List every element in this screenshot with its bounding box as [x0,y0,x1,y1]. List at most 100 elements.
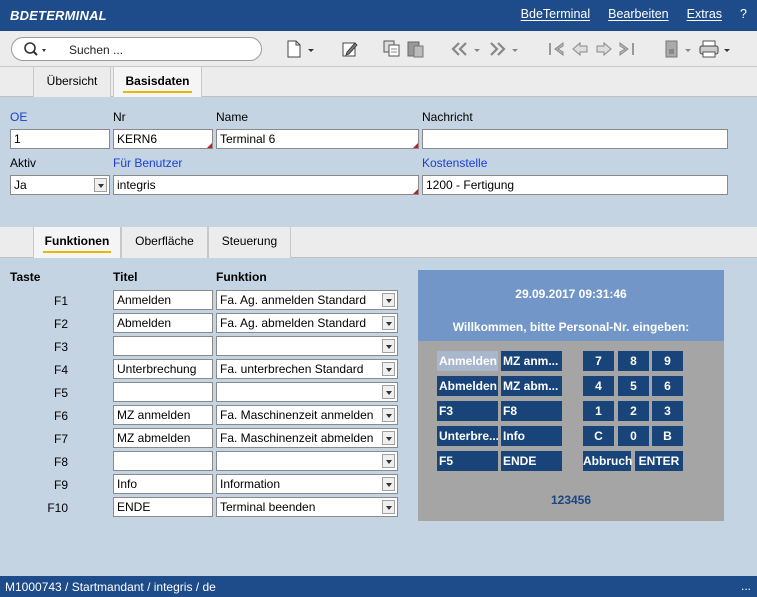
export-icon[interactable] [664,40,694,58]
first-icon[interactable] [547,40,565,58]
chevron-down-icon[interactable] [382,316,395,330]
keypad-key[interactable]: 3 [652,401,683,421]
benutzer-field[interactable]: integris [113,175,419,195]
kostenstelle-field[interactable]: 1200 - Fertigung [422,175,728,195]
tab-oberflaeche[interactable]: Oberfläche [121,227,208,258]
terminal-button-f10[interactable]: ENDE [501,451,562,471]
menu-bar: BdeTerminal Bearbeiten Extras ? [521,7,747,21]
previous-icon[interactable] [571,40,589,58]
header-titel: Titel [113,270,138,284]
terminal-button-f1[interactable]: Anmelden [437,351,498,371]
chevron-down-icon[interactable] [382,408,395,422]
keypad-key[interactable]: 5 [618,376,649,396]
nr-field[interactable]: KERN6 [113,129,213,149]
key-label: F2 [53,317,68,331]
chevron-down-icon[interactable] [382,500,395,514]
chevron-down-icon[interactable] [382,362,395,376]
terminal-button-f3[interactable]: F3 [437,401,498,421]
terminal-button-f8[interactable]: F8 [501,401,562,421]
title-field[interactable]: Info [113,474,213,494]
title-field[interactable]: Unterbrechung [113,359,213,379]
status-resize-dots[interactable]: ... [741,579,751,593]
menu-bearbeiten[interactable]: Bearbeiten [608,7,668,21]
title-value: Abmelden [117,316,172,330]
function-select[interactable]: Fa. unterbrechen Standard [216,359,398,379]
function-select[interactable] [216,451,398,471]
function-select[interactable]: Fa. Ag. abmelden Standard [216,313,398,333]
keypad-key[interactable]: 4 [583,376,614,396]
function-select[interactable]: Terminal beenden [216,497,398,517]
keypad-key[interactable]: C [583,426,614,446]
keypad-key[interactable]: 0 [618,426,649,446]
function-select[interactable] [216,336,398,356]
keypad-key[interactable]: 2 [618,401,649,421]
oe-field[interactable]: 1 [10,129,110,149]
name-field[interactable]: Terminal 6 [216,129,419,149]
terminal-button-f5[interactable]: F5 [437,451,498,471]
aktiv-select[interactable]: Ja [10,175,110,195]
menu-extras[interactable]: Extras [687,7,722,21]
title-bar: BDETERMINAL BdeTerminal Bearbeiten Extra… [0,0,757,31]
title-value: Unterbrechung [117,362,197,376]
title-field[interactable]: Abmelden [113,313,213,333]
menu-bdeterminal[interactable]: BdeTerminal [521,7,590,21]
search-icon[interactable] [22,40,48,58]
title-field[interactable] [113,451,213,471]
key-label: F4 [53,363,68,377]
function-select[interactable]: Fa. Maschinenzeit anmelden [216,405,398,425]
next-icon[interactable] [595,40,613,58]
chevron-down-icon[interactable] [382,454,395,468]
back-double-icon[interactable] [450,40,482,58]
function-select[interactable]: Information [216,474,398,494]
nachricht-field[interactable] [422,129,728,149]
tab-funktionen-label: Funktionen [42,231,112,253]
title-field[interactable]: ENDE [113,497,213,517]
title-field[interactable] [113,336,213,356]
terminal-button-f4[interactable]: Unterbre... [437,426,498,446]
function-value: Fa. Maschinenzeit anmelden [220,408,374,422]
terminal-button-f6[interactable]: MZ anm... [501,351,562,371]
chevron-down-icon[interactable] [94,178,107,192]
tab-basisdaten[interactable]: Basisdaten [113,67,202,97]
keypad-key[interactable]: 9 [652,351,683,371]
required-marker [413,189,418,194]
chevron-down-icon[interactable] [382,385,395,399]
chevron-down-icon[interactable] [382,293,395,307]
chevron-down-icon[interactable] [382,431,395,445]
tab-uebersicht[interactable]: Übersicht [33,67,111,97]
function-select[interactable] [216,382,398,402]
function-select[interactable]: Fa. Ag. anmelden Standard [216,290,398,310]
tab-steuerung[interactable]: Steuerung [208,227,291,258]
menu-help[interactable]: ? [740,7,747,21]
paste-icon[interactable] [407,40,425,58]
abbruch-button[interactable]: Abbruch [583,451,632,471]
benutzer-label: Für Benutzer [113,156,183,170]
last-icon[interactable] [618,40,636,58]
enter-button[interactable]: ENTER [635,451,683,471]
tab-funktionen[interactable]: Funktionen [33,227,121,258]
chevron-down-icon[interactable] [382,339,395,353]
copy-icon[interactable] [383,40,401,58]
new-document-icon[interactable] [286,40,316,58]
terminal-button-f9[interactable]: Info [501,426,562,446]
search-input[interactable]: Suchen ... [69,43,123,57]
search-box[interactable]: Suchen ... [11,37,262,61]
title-field[interactable]: Anmelden [113,290,213,310]
title-field[interactable] [113,382,213,402]
keypad-key[interactable]: 8 [618,351,649,371]
title-field[interactable]: MZ anmelden [113,405,213,425]
forward-double-icon[interactable] [488,40,520,58]
function-value: Fa. Maschinenzeit abmelden [220,431,374,445]
chevron-down-icon[interactable] [382,477,395,491]
tab-basisdaten-label: Basisdaten [123,71,192,93]
terminal-button-f7[interactable]: MZ abm... [501,376,562,396]
print-icon[interactable] [699,40,733,58]
terminal-button-f2[interactable]: Abmelden [437,376,498,396]
keypad-key[interactable]: B [652,426,683,446]
edit-icon[interactable] [341,40,359,58]
keypad-key[interactable]: 7 [583,351,614,371]
function-select[interactable]: Fa. Maschinenzeit abmelden [216,428,398,448]
keypad-key[interactable]: 6 [652,376,683,396]
keypad-key[interactable]: 1 [583,401,614,421]
title-field[interactable]: MZ abmelden [113,428,213,448]
